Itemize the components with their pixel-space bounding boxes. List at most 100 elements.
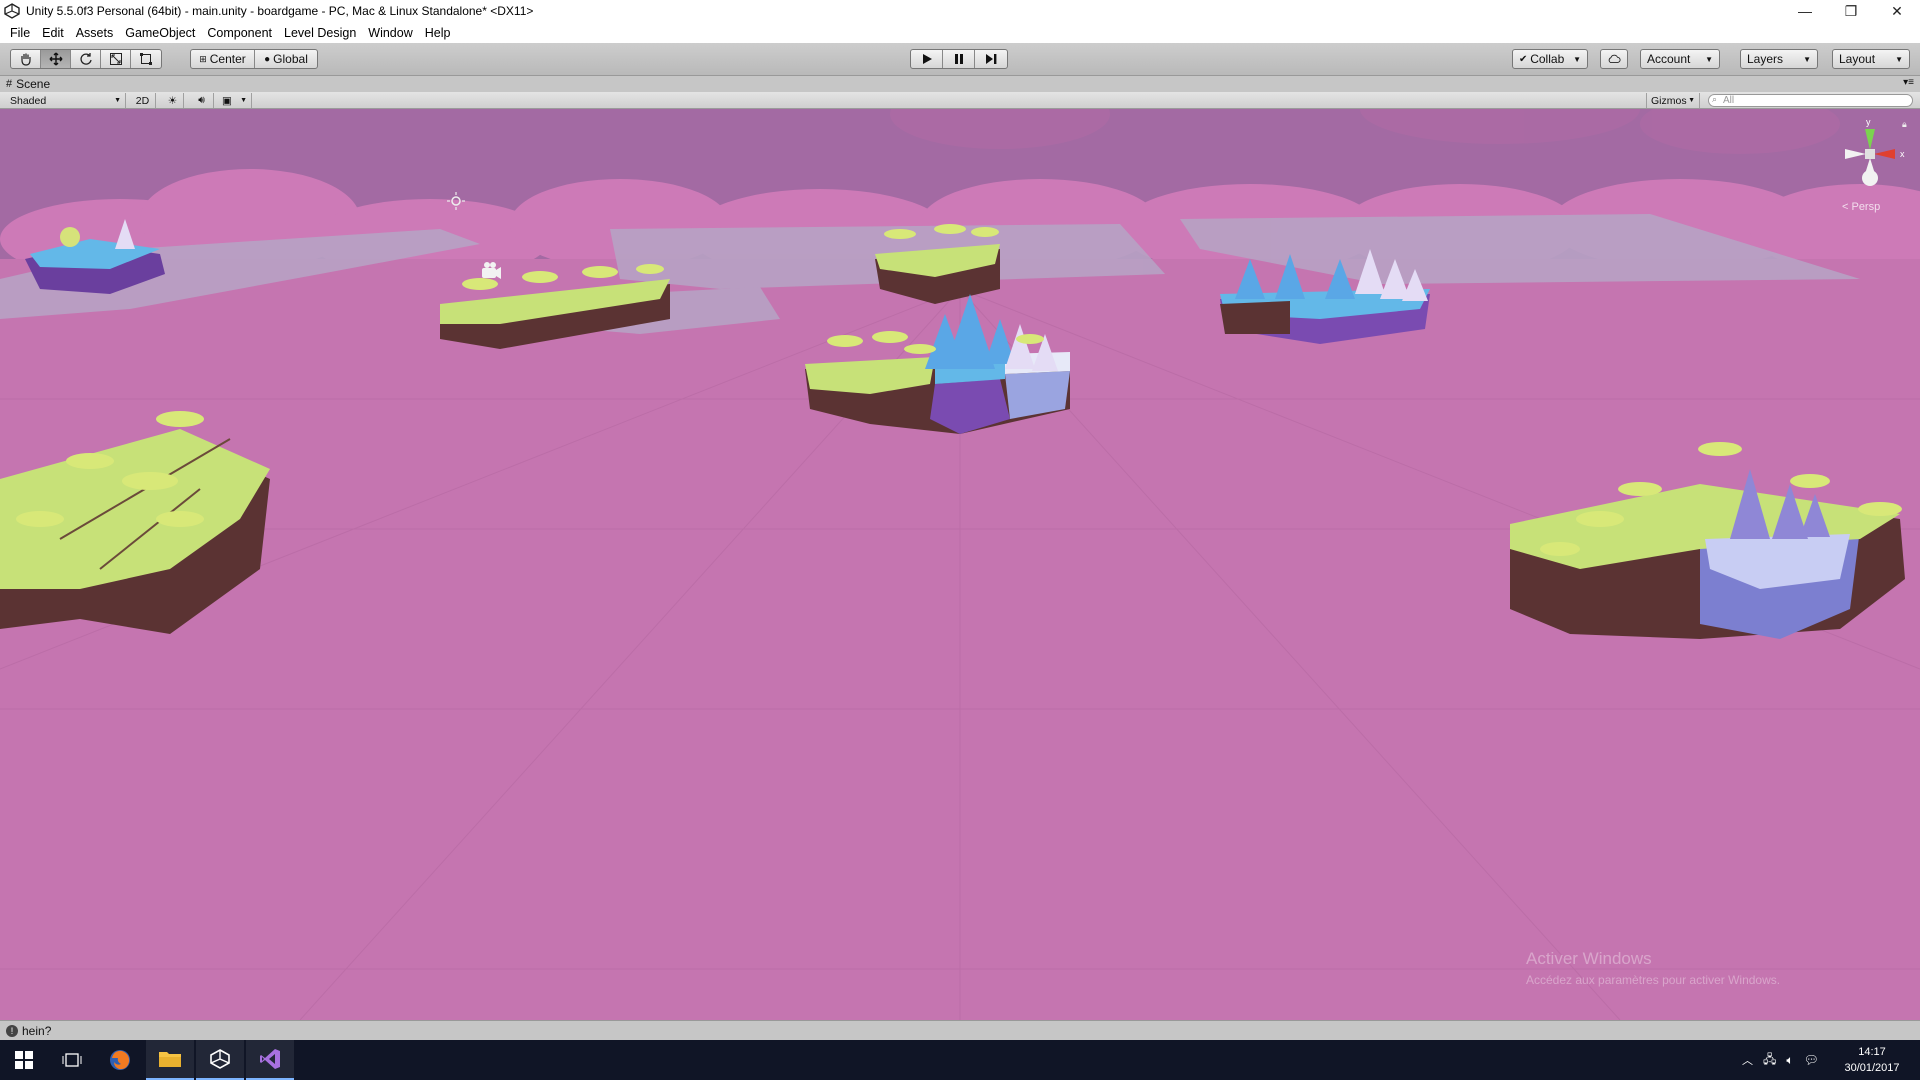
- chevron-down-icon: ▼: [1895, 54, 1903, 64]
- menu-level-design[interactable]: Level Design: [278, 26, 362, 40]
- account-dropdown[interactable]: Account ▼: [1640, 49, 1720, 69]
- system-tray: ︿ 🖧︎ 🔈︎ 💬︎: [1742, 1040, 1819, 1080]
- lock-icon[interactable]: 🔒︎: [1902, 119, 1907, 130]
- scene-toolbar: Shaded ▼ 2D ☀ 🔊︎ ▣ ▼ Gizmos ▼ All ⌕: [0, 92, 1920, 109]
- clock-date: 30/01/2017: [1844, 1062, 1900, 1074]
- taskbar-firefox[interactable]: [96, 1040, 144, 1080]
- move-icon: [49, 52, 62, 66]
- move-tool-button[interactable]: [41, 50, 71, 68]
- task-view-icon: [62, 1053, 82, 1067]
- pause-button[interactable]: [943, 50, 975, 68]
- scene-render: [0, 109, 1920, 1020]
- scene-tab-bar: # Scene ▾≡: [0, 76, 1920, 92]
- effects-dropdown[interactable]: ▣ ▼: [218, 93, 252, 108]
- step-button[interactable]: [975, 50, 1007, 68]
- firefox-icon: [110, 1050, 130, 1070]
- chevron-down-icon: ▼: [1573, 54, 1581, 64]
- rotate-icon: [79, 53, 92, 65]
- menu-help[interactable]: Help: [419, 26, 457, 40]
- gizmo-x-label: x: [1900, 149, 1905, 159]
- menu-component[interactable]: Component: [201, 26, 278, 40]
- folder-icon: [159, 1052, 181, 1067]
- pivot-toggles: ⊞ Center ● Global: [190, 49, 318, 69]
- space-global-button[interactable]: ● Global: [255, 50, 317, 68]
- window-title: Unity 5.5.0f3 Personal (64bit) - main.un…: [26, 4, 534, 18]
- gizmo-y-label: y: [1866, 117, 1871, 127]
- pivot-icon: ⊞: [199, 53, 207, 64]
- chevron-down-icon: ▼: [1803, 54, 1811, 64]
- menu-file[interactable]: File: [4, 26, 36, 40]
- unity-logo-icon: [210, 1049, 230, 1069]
- rect-tool-button[interactable]: [131, 50, 161, 68]
- hand-tool-button[interactable]: [11, 50, 41, 68]
- scene-viewport[interactable]: y x < Persp 🔒︎ Activer Windows Accédez a…: [0, 109, 1920, 1020]
- action-center-icon[interactable]: 💬︎: [1804, 1053, 1819, 1067]
- menu-gameobject[interactable]: GameObject: [119, 26, 201, 40]
- status-bar[interactable]: ! hein?: [0, 1020, 1920, 1040]
- info-icon: !: [6, 1024, 18, 1037]
- check-icon: ✔: [1519, 53, 1528, 65]
- globe-icon: ●: [264, 53, 271, 65]
- hand-icon: [20, 53, 31, 66]
- menu-assets[interactable]: Assets: [70, 26, 120, 40]
- toggle-2d-button[interactable]: 2D: [130, 93, 156, 108]
- chevron-up-icon[interactable]: ︿: [1742, 1052, 1753, 1068]
- scene-tab[interactable]: # Scene: [6, 76, 50, 92]
- start-button[interactable]: [0, 1040, 48, 1080]
- audio-toggle[interactable]: 🔊︎: [190, 93, 214, 108]
- scene-search-input[interactable]: All: [1708, 94, 1913, 107]
- cloud-button[interactable]: [1600, 49, 1628, 69]
- gizmos-dropdown[interactable]: Gizmos ▼: [1646, 93, 1700, 108]
- transform-tools: [10, 49, 162, 69]
- activate-windows-watermark: Activer Windows Accédez aux paramètres p…: [1526, 949, 1781, 987]
- chevron-down-icon: ▼: [1688, 97, 1695, 104]
- pivot-center-button[interactable]: ⊞ Center: [191, 50, 255, 68]
- layout-dropdown[interactable]: Layout ▼: [1832, 49, 1910, 69]
- restore-button[interactable]: ❐: [1828, 0, 1874, 22]
- play-icon: [922, 54, 932, 64]
- close-button[interactable]: ✕: [1874, 0, 1920, 22]
- network-icon[interactable]: 🖧︎: [1763, 1050, 1776, 1071]
- step-icon: [986, 54, 997, 64]
- volume-icon[interactable]: 🔈︎: [1786, 1053, 1793, 1068]
- unity-logo-icon: [4, 3, 20, 19]
- scale-icon: [109, 53, 122, 65]
- layers-dropdown[interactable]: Layers ▼: [1740, 49, 1818, 69]
- console-message: hein?: [22, 1023, 52, 1038]
- minimize-button[interactable]: —: [1782, 0, 1828, 22]
- main-toolbar: ⊞ Center ● Global ✔ Collab ▼ Account ▼ L…: [0, 43, 1920, 76]
- grid-icon: #: [6, 78, 13, 90]
- panel-menu-icon[interactable]: ▾≡: [1903, 77, 1914, 88]
- chevron-down-icon: ▼: [114, 97, 121, 104]
- chevron-down-icon: ▼: [1705, 54, 1713, 64]
- taskbar-unity[interactable]: [196, 1040, 244, 1080]
- cloud-icon: [1608, 54, 1621, 63]
- rect-tool-icon: [140, 53, 152, 65]
- windows-logo-icon: [15, 1051, 33, 1069]
- playback-controls: [910, 49, 1008, 69]
- image-icon: ▣: [222, 94, 232, 107]
- clock-time: 14:17: [1858, 1046, 1886, 1058]
- rotate-tool-button[interactable]: [71, 50, 101, 68]
- speaker-icon: 🔊︎: [198, 94, 205, 106]
- menu-window[interactable]: Window: [362, 26, 418, 40]
- title-bar: Unity 5.5.0f3 Personal (64bit) - main.un…: [0, 0, 1920, 22]
- play-button[interactable]: [911, 50, 943, 68]
- menu-edit[interactable]: Edit: [36, 26, 70, 40]
- scale-tool-button[interactable]: [101, 50, 131, 68]
- perspective-label[interactable]: < Persp: [1842, 201, 1880, 213]
- taskbar-visual-studio[interactable]: [246, 1040, 294, 1080]
- lighting-toggle[interactable]: ☀: [162, 93, 184, 108]
- taskbar: ︿ 🖧︎ 🔈︎ 💬︎ 14:17 30/01/2017: [0, 1040, 1920, 1080]
- collab-dropdown[interactable]: ✔ Collab ▼: [1512, 49, 1588, 69]
- visual-studio-icon: [260, 1049, 280, 1069]
- task-view-button[interactable]: [48, 1040, 96, 1080]
- taskbar-file-explorer[interactable]: [146, 1040, 194, 1080]
- taskbar-clock[interactable]: 14:17 30/01/2017: [1832, 1044, 1912, 1076]
- sun-icon: ☀: [167, 94, 178, 107]
- menu-bar: File Edit Assets GameObject Component Le…: [0, 22, 1920, 43]
- shading-mode-dropdown[interactable]: Shaded ▼: [6, 93, 126, 108]
- search-icon: ⌕: [1712, 94, 1718, 104]
- chevron-down-icon: ▼: [240, 97, 247, 104]
- pause-icon: [954, 54, 963, 64]
